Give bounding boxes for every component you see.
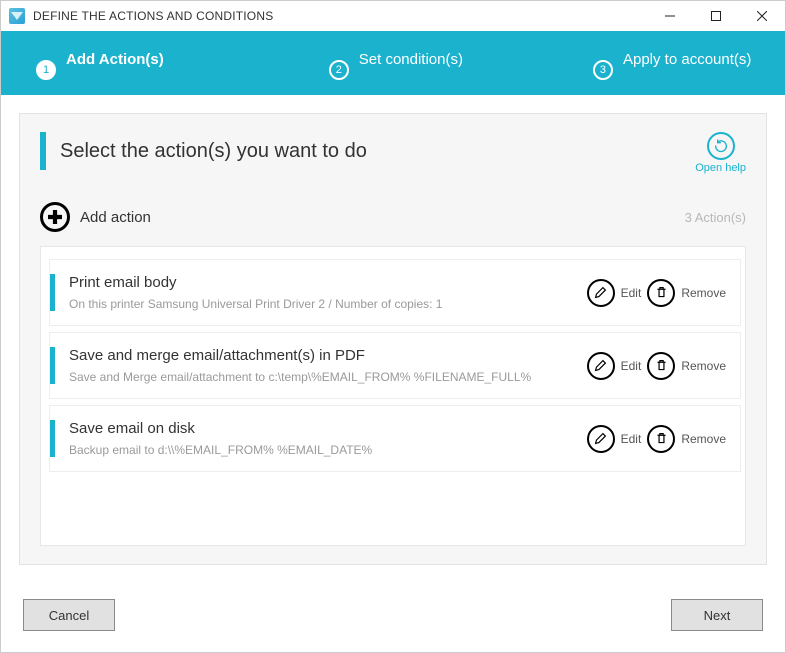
remove-label: Remove [681,286,726,300]
add-action-button[interactable] [40,202,70,232]
action-title: Print email body [69,274,587,291]
step-label: Add Action(s) [66,51,164,68]
footer: Cancel Next [1,583,785,647]
step-number: 1 [36,60,56,80]
item-text: Print email body On this printer Samsung… [69,274,587,311]
step-apply-accounts[interactable]: 3 Apply to account(s) [593,46,751,80]
spacer [115,599,671,631]
item-accent [50,420,55,457]
action-title: Save and merge email/attachment(s) in PD… [69,347,587,364]
pencil-icon [587,352,615,380]
panel-title: Select the action(s) you want to do [60,132,367,170]
item-buttons: Edit Remove [587,274,726,311]
pencil-icon [587,279,615,307]
trash-icon [647,279,675,307]
action-subtitle: Save and Merge email/attachment to c:\te… [69,370,587,384]
page-body: Select the action(s) you want to do Open… [1,95,785,583]
action-count: 3 Action(s) [685,210,746,225]
minimize-button[interactable] [647,1,693,31]
remove-label: Remove [681,359,726,373]
window-title: DEFINE THE ACTIONS AND CONDITIONS [33,9,273,23]
item-accent [50,347,55,384]
trash-icon [647,352,675,380]
action-title: Save email on disk [69,420,587,437]
remove-button[interactable]: Remove [647,425,726,453]
actions-list[interactable]: Print email body On this printer Samsung… [40,246,746,546]
edit-button[interactable]: Edit [587,425,642,453]
next-button[interactable]: Next [671,599,763,631]
help-icon [707,132,735,160]
item-accent [50,274,55,311]
remove-label: Remove [681,432,726,446]
action-item: Save and merge email/attachment(s) in PD… [49,332,741,399]
step-add-actions[interactable]: 1 Add Action(s) [36,46,164,80]
edit-label: Edit [621,286,642,300]
titlebar: DEFINE THE ACTIONS AND CONDITIONS [1,1,785,31]
item-buttons: Edit Remove [587,347,726,384]
accent-bar [40,132,46,170]
wizard-stepper: 1 Add Action(s) 2 Set condition(s) 3 App… [1,31,785,95]
remove-button[interactable]: Remove [647,279,726,307]
cancel-button[interactable]: Cancel [23,599,115,631]
app-icon [9,8,25,24]
plus-icon [48,210,62,224]
close-button[interactable] [739,1,785,31]
actions-panel: Select the action(s) you want to do Open… [19,113,767,565]
action-item: Save email on disk Backup email to d:\\%… [49,405,741,472]
step-set-conditions[interactable]: 2 Set condition(s) [329,46,463,80]
panel-header: Select the action(s) you want to do Open… [40,132,746,174]
open-help-button[interactable]: Open help [695,132,746,174]
window-buttons [647,1,785,31]
action-item: Print email body On this printer Samsung… [49,259,741,326]
item-text: Save email on disk Backup email to d:\\%… [69,420,587,457]
add-action-row: Add action 3 Action(s) [40,202,746,232]
step-label: Apply to account(s) [623,51,751,68]
pencil-icon [587,425,615,453]
edit-label: Edit [621,359,642,373]
action-subtitle: Backup email to d:\\%EMAIL_FROM% %EMAIL_… [69,443,587,457]
maximize-button[interactable] [693,1,739,31]
step-label: Set condition(s) [359,51,463,68]
item-buttons: Edit Remove [587,420,726,457]
edit-button[interactable]: Edit [587,352,642,380]
step-number: 3 [593,60,613,80]
help-label: Open help [695,162,746,174]
edit-button[interactable]: Edit [587,279,642,307]
trash-icon [647,425,675,453]
step-number: 2 [329,60,349,80]
action-subtitle: On this printer Samsung Universal Print … [69,297,587,311]
item-text: Save and merge email/attachment(s) in PD… [69,347,587,384]
edit-label: Edit [621,432,642,446]
add-action-label: Add action [80,209,151,226]
remove-button[interactable]: Remove [647,352,726,380]
